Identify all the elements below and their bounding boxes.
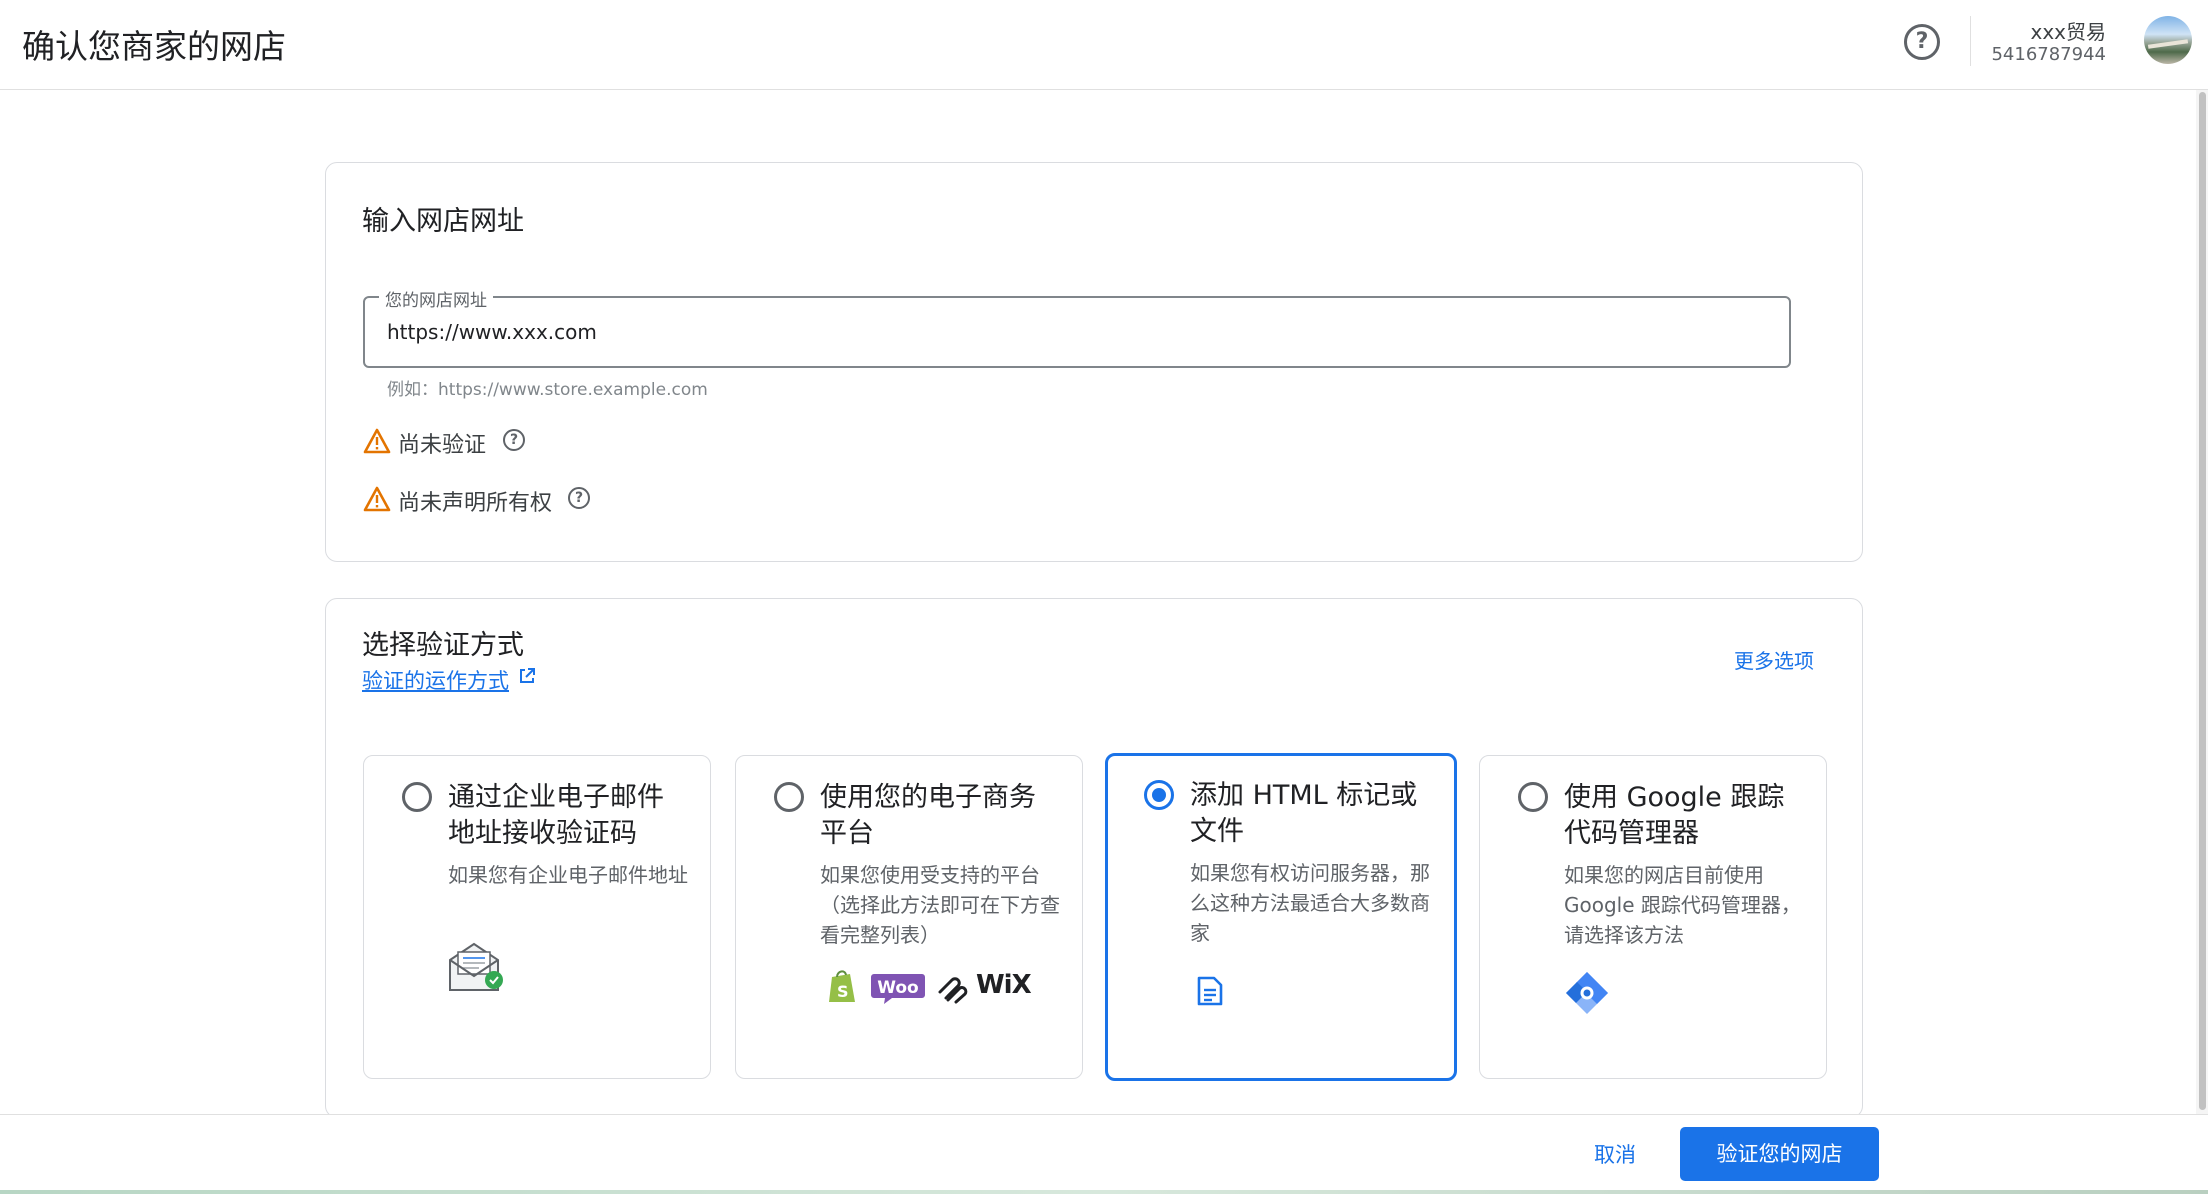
how-verification-works-link[interactable]: 验证的运作方式	[362, 665, 509, 695]
url-card-title: 输入网店网址	[362, 206, 524, 237]
radio-google-tag-manager[interactable]	[1518, 782, 1548, 812]
option-description: 如果您有企业电子邮件地址	[448, 863, 688, 887]
option-description: 如果您的网店目前使用 Google 跟踪代码管理器，请选择该方法	[1564, 863, 1801, 947]
status-unclaimed-text: 尚未声明所有权	[398, 491, 553, 516]
wix-logo: WiX	[976, 970, 1032, 1000]
external-link-icon[interactable]	[518, 667, 536, 685]
svg-text:S: S	[837, 982, 849, 1001]
store-url-card: 输入网店网址 您的网店网址 例如：https://www.store.examp…	[325, 162, 1863, 562]
status-unclaimed: 尚未声明所有权 ?	[363, 483, 623, 516]
option-title: 使用 Google 跟踪代码管理器	[1564, 782, 1785, 849]
radio-html-tag[interactable]	[1144, 780, 1174, 810]
woo-wordmark: Woo	[877, 978, 919, 998]
verification-method-card: 选择验证方式 验证的运作方式 更多选项 通过企业电子邮件地址接收验证码 如果您有…	[325, 598, 1863, 1118]
option-title: 使用您的电子商务平台	[820, 782, 1036, 849]
account-id: 5416787944	[1991, 44, 2106, 65]
verify-store-button[interactable]: 验证您的网店	[1680, 1127, 1879, 1181]
radio-ecommerce-platform[interactable]	[774, 782, 804, 812]
page-title: 确认您商家的网店	[22, 27, 286, 66]
store-url-input[interactable]	[387, 316, 1767, 348]
warning-icon	[363, 486, 391, 512]
status-unverified-text: 尚未验证	[398, 433, 487, 458]
scrollbar-thumb[interactable]	[2199, 92, 2206, 1110]
footer-action-bar: 取消 验证您的网店	[0, 1114, 2208, 1194]
option-description: 如果您使用受支持的平台（选择此方法即可在下方查看完整列表）	[820, 863, 1060, 947]
woocommerce-logo: Woo	[871, 974, 925, 1004]
status-unverified: 尚未验证 ?	[363, 425, 563, 458]
tag-manager-icon	[1566, 972, 1608, 1014]
shopify-icon: S	[829, 970, 855, 1002]
option-title: 添加 HTML 标记或文件	[1190, 780, 1418, 847]
header-divider	[1970, 16, 1971, 66]
cancel-button[interactable]: 取消	[1574, 1133, 1656, 1177]
option-ecommerce-platform[interactable]: 使用您的电子商务平台 如果您使用受支持的平台（选择此方法即可在下方查看完整列表）…	[735, 755, 1083, 1079]
account-name: xxx贸易	[2030, 20, 2106, 44]
document-icon	[1197, 976, 1223, 1006]
top-app-bar: 确认您商家的网店 ? xxx贸易 5416787944	[0, 0, 2208, 90]
option-title: 通过企业电子邮件地址接收验证码	[448, 782, 664, 849]
avatar[interactable]	[2144, 16, 2192, 64]
envelope-check-icon	[449, 942, 503, 991]
method-card-title: 选择验证方式	[362, 630, 524, 661]
info-icon[interactable]: ?	[568, 487, 590, 509]
option-business-email[interactable]: 通过企业电子邮件地址接收验证码 如果您有企业电子邮件地址	[363, 755, 711, 1079]
store-url-hint: 例如：https://www.store.example.com	[387, 380, 708, 400]
option-html-tag[interactable]: 添加 HTML 标记或文件 如果您有权访问服务器，那么这种方法最适合大多数商家	[1105, 753, 1457, 1081]
radio-business-email[interactable]	[402, 782, 432, 812]
more-options-link[interactable]: 更多选项	[1734, 645, 1814, 674]
bottom-edge	[0, 1190, 2208, 1194]
warning-icon	[363, 428, 391, 454]
option-description: 如果您有权访问服务器，那么这种方法最适合大多数商家	[1190, 861, 1430, 945]
store-url-label: 您的网店网址	[379, 286, 493, 311]
info-icon[interactable]: ?	[503, 429, 525, 451]
help-icon[interactable]: ?	[1904, 24, 1940, 60]
option-google-tag-manager[interactable]: 使用 Google 跟踪代码管理器 如果您的网店目前使用 Google 跟踪代码…	[1479, 755, 1827, 1079]
squarespace-icon	[938, 977, 968, 1004]
store-url-field[interactable]: 您的网店网址	[363, 286, 1791, 368]
